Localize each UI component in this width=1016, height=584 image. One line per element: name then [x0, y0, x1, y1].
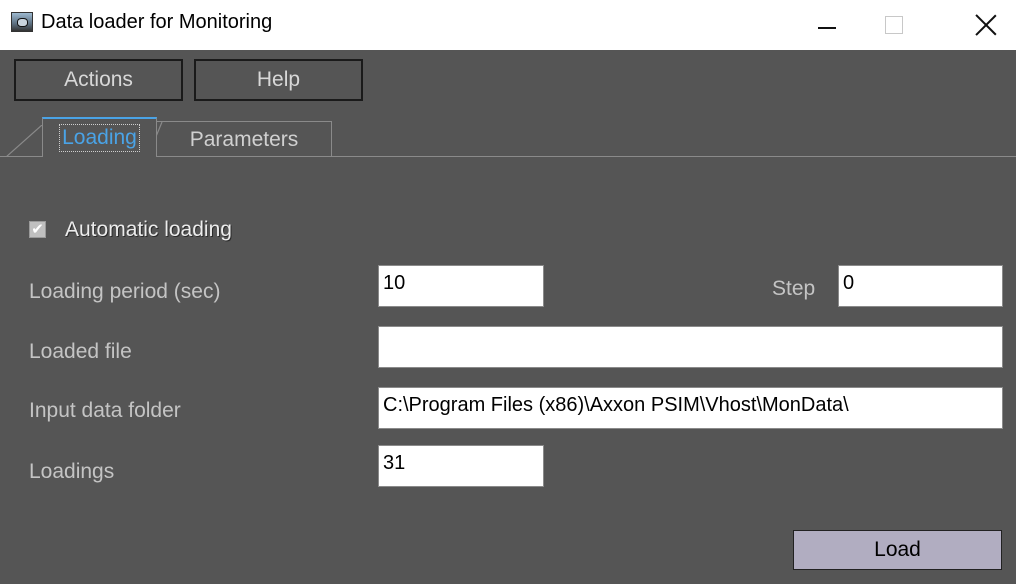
close-button[interactable] — [959, 0, 1013, 50]
maximize-icon — [885, 16, 903, 34]
client-area: Actions Help Loading Parameters ✔ Automa… — [0, 50, 1016, 584]
step-label: Step — [772, 277, 816, 300]
title-bar: Data loader for Monitoring — [0, 0, 1016, 50]
checkmark-icon: ✔ — [31, 221, 44, 238]
window-title: Data loader for Monitoring — [41, 11, 273, 33]
actions-menu-button[interactable]: Actions — [14, 59, 183, 101]
loading-period-label: Loading period (sec) — [29, 280, 221, 303]
tab-loading-label: Loading — [59, 124, 140, 152]
close-icon — [975, 14, 997, 36]
loadings-label: Loadings — [29, 460, 115, 483]
help-menu-button[interactable]: Help — [194, 59, 363, 101]
maximize-button — [867, 0, 921, 50]
minimize-button[interactable] — [800, 0, 854, 50]
step-input[interactable]: 0 — [838, 265, 1003, 307]
tab-parameters[interactable]: Parameters — [156, 121, 332, 157]
loading-period-input[interactable]: 10 — [378, 265, 544, 307]
automatic-loading-label: Automatic loading — [65, 218, 232, 241]
input-data-folder-label: Input data folder — [29, 399, 181, 422]
monitor-app-icon[interactable] — [11, 12, 33, 32]
automatic-loading-checkbox[interactable]: ✔ — [29, 221, 46, 238]
loaded-file-input[interactable] — [378, 326, 1003, 368]
tab-parameters-label: Parameters — [189, 127, 299, 151]
load-button[interactable]: Load — [793, 530, 1002, 570]
minimize-icon — [818, 27, 836, 29]
tab-loading[interactable]: Loading — [42, 117, 157, 157]
loaded-file-label: Loaded file — [29, 340, 132, 363]
tab-edge-decoration — [6, 125, 42, 157]
input-data-folder-input[interactable]: C:\Program Files (x86)\Axxon PSIM\Vhost\… — [378, 387, 1003, 429]
loadings-input[interactable]: 31 — [378, 445, 544, 487]
